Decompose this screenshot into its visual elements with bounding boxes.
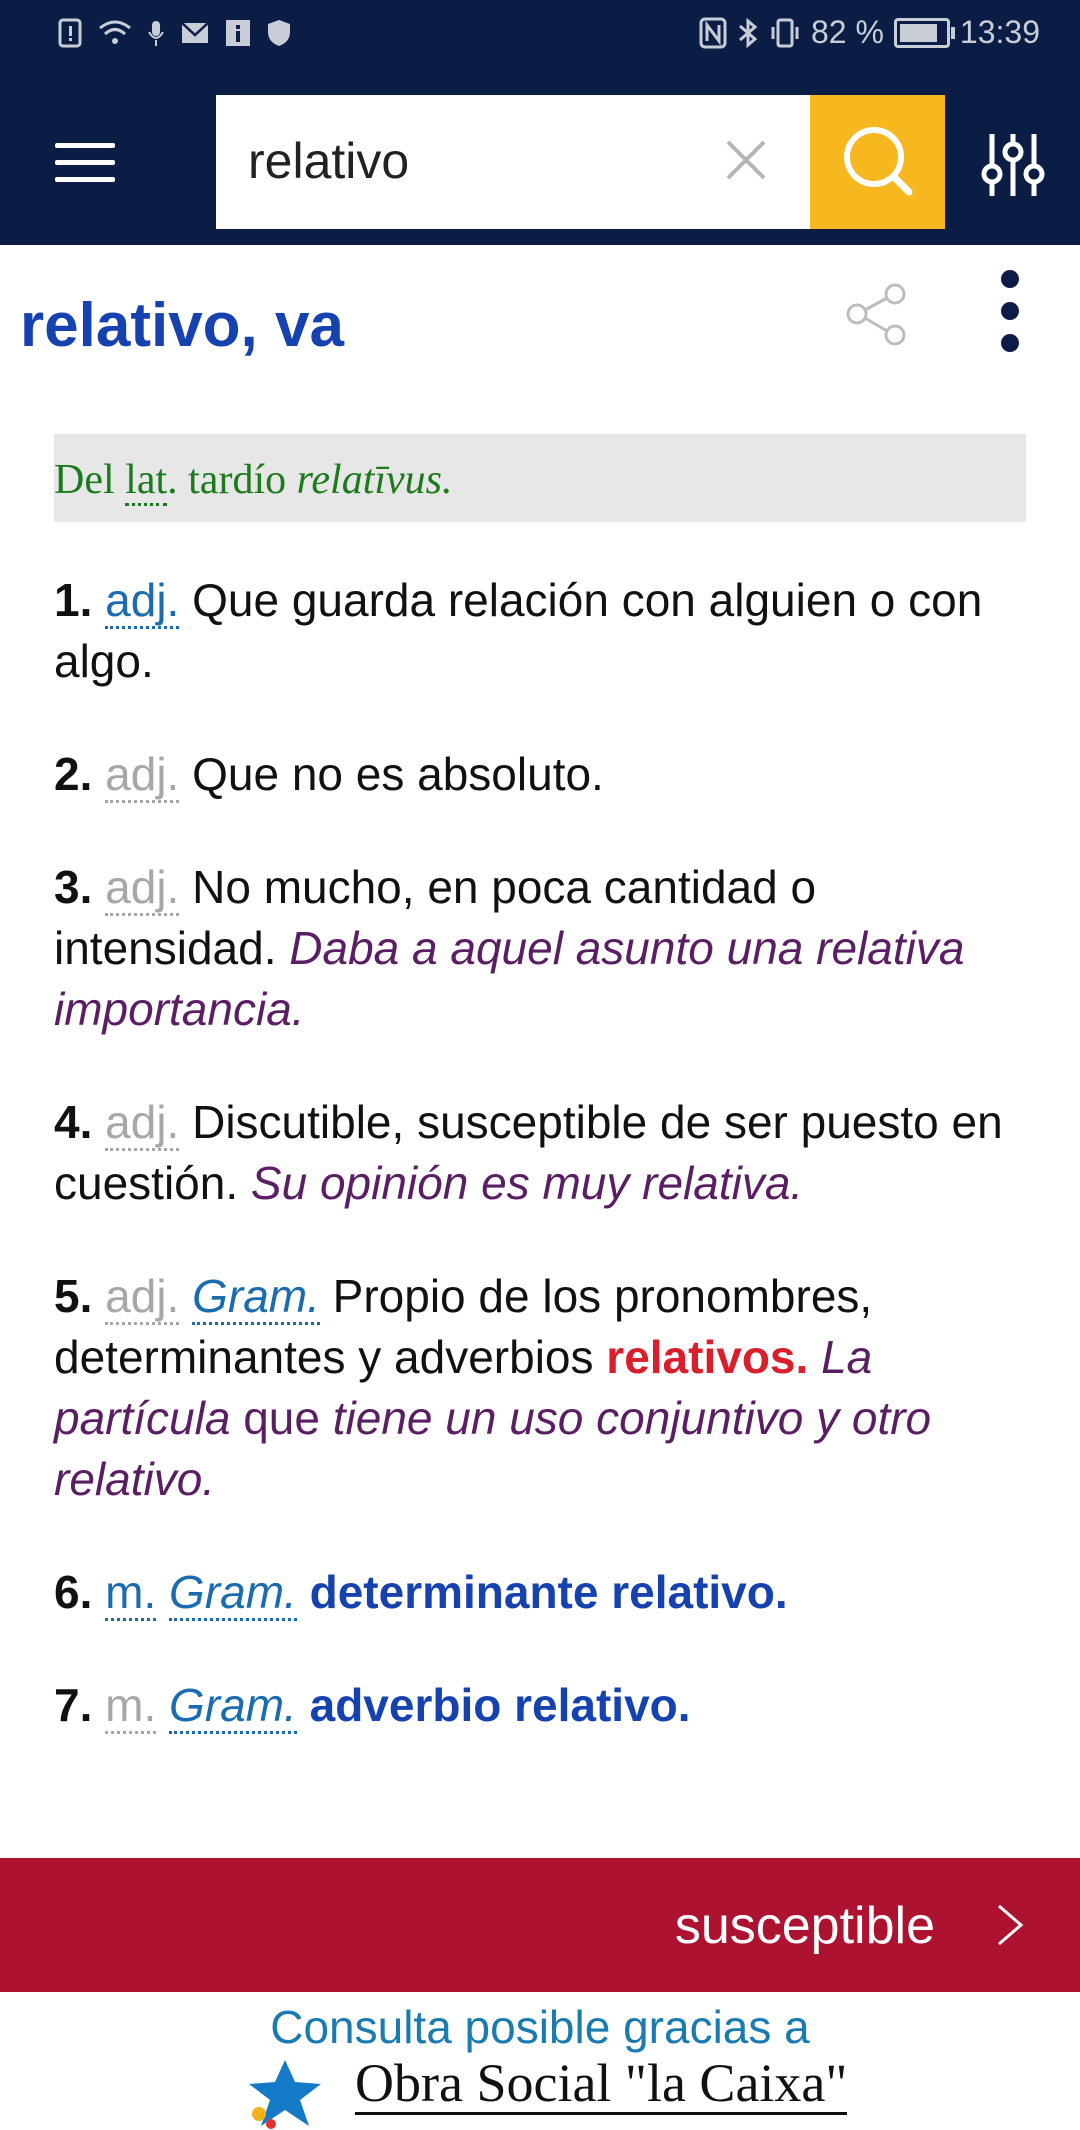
app-bar — [0, 75, 1080, 245]
nfc-icon — [699, 17, 727, 48]
domain-abbr[interactable]: Gram. — [169, 1679, 297, 1734]
etymology-box: Del lat. tardío relatīvus. — [54, 434, 1026, 522]
chevron-right-icon — [998, 1904, 1024, 1946]
search-button[interactable] — [810, 95, 945, 229]
definition-item: 3. adj. No mucho, en poca cantidad o int… — [54, 857, 1044, 1040]
close-icon[interactable] — [716, 130, 776, 190]
sponsor-caption: Consulta posible gracias a — [270, 2001, 810, 2053]
definition-number: 2. — [54, 748, 93, 800]
definition-text: Que guarda relación con alguien o con al… — [54, 574, 983, 687]
status-icons-left — [58, 18, 292, 48]
definition-number: 6. — [54, 1566, 93, 1618]
usage-example: Su opinión es muy relativa. — [250, 1157, 804, 1209]
status-icons-right: 82 % 13:39 — [699, 14, 1040, 51]
alert-icon — [58, 18, 82, 48]
grammar-abbr[interactable]: adj. — [105, 574, 180, 629]
etymology-abbr[interactable]: lat — [125, 457, 168, 506]
related-entry-link[interactable]: adverbio relativo. — [310, 1679, 691, 1731]
definition-item: 6. m. Gram. determinante relativo. — [54, 1562, 1044, 1623]
sponsor-name: Obra Social "la Caixa" — [355, 2053, 848, 2115]
definition-item: 5. adj. Gram. Propio de los pronombres, … — [54, 1266, 1044, 1510]
grammar-abbr[interactable]: m. — [105, 1679, 157, 1734]
search-input[interactable] — [246, 125, 710, 197]
grammar-abbr[interactable]: adj. — [105, 861, 180, 916]
status-bar: 82 % 13:39 — [0, 0, 1080, 75]
definition-item: 2. adj. Que no es absoluto. — [54, 744, 1044, 805]
domain-abbr[interactable]: Gram. — [169, 1566, 297, 1621]
related-entry-link[interactable]: determinante relativo. — [310, 1566, 788, 1618]
definition-item: 7. m. Gram. adverbio relativo. — [54, 1675, 1044, 1736]
grammar-abbr[interactable]: adj. — [105, 748, 180, 803]
search-box — [216, 95, 810, 229]
star-logo-icon — [249, 2060, 321, 2129]
menu-icon[interactable] — [55, 143, 115, 183]
next-entry-label: susceptible — [674, 1897, 935, 1955]
wifi-icon — [99, 20, 131, 44]
info-icon — [226, 20, 250, 46]
search-icon — [844, 127, 913, 196]
definition-number: 4. — [54, 1096, 93, 1148]
sponsor-footer: Consulta posible gracias a Obra Social "… — [0, 1992, 1080, 2130]
definition-item: 4. adj. Discutible, susceptible de ser p… — [54, 1092, 1044, 1214]
definition-text: Que no es absoluto. — [192, 748, 604, 800]
etymology-prefix: Del — [54, 457, 115, 503]
grammar-abbr[interactable]: adj. — [105, 1270, 180, 1325]
definitions-list: 1. adj. Que guarda relación con alguien … — [54, 570, 1044, 1788]
usage-example-plain: que — [243, 1392, 320, 1444]
battery-icon — [893, 17, 955, 48]
bluetooth-icon — [739, 17, 758, 48]
definition-number: 7. — [54, 1679, 93, 1731]
shield-icon — [268, 20, 290, 46]
highlighted-term[interactable]: relativos. — [606, 1331, 808, 1383]
battery-percent: 82 % — [810, 14, 884, 50]
definition-number: 1. — [54, 574, 93, 626]
etymology-word: relatīvus. — [296, 457, 453, 503]
definition-item: 1. adj. Que guarda relación con alguien … — [54, 570, 1044, 692]
vibrate-icon — [771, 18, 799, 47]
mic-icon — [148, 21, 164, 46]
grammar-abbr[interactable]: m. — [105, 1566, 157, 1621]
etymology-after-abbr: . tardío — [167, 457, 287, 503]
more-options-icon[interactable] — [990, 270, 1030, 360]
etymology-text: Del lat. tardío relatīvus. — [54, 456, 453, 506]
share-icon[interactable] — [845, 282, 910, 347]
next-entry-button[interactable]: susceptible — [0, 1858, 1080, 1992]
filter-sliders-icon[interactable] — [978, 130, 1048, 200]
definition-number: 5. — [54, 1270, 93, 1322]
entry-title: relativo, va — [20, 291, 344, 360]
grammar-abbr[interactable]: adj. — [105, 1096, 180, 1151]
domain-abbr[interactable]: Gram. — [192, 1270, 320, 1325]
mail-icon — [181, 22, 209, 43]
definition-number: 3. — [54, 861, 93, 913]
clock: 13:39 — [959, 14, 1040, 50]
